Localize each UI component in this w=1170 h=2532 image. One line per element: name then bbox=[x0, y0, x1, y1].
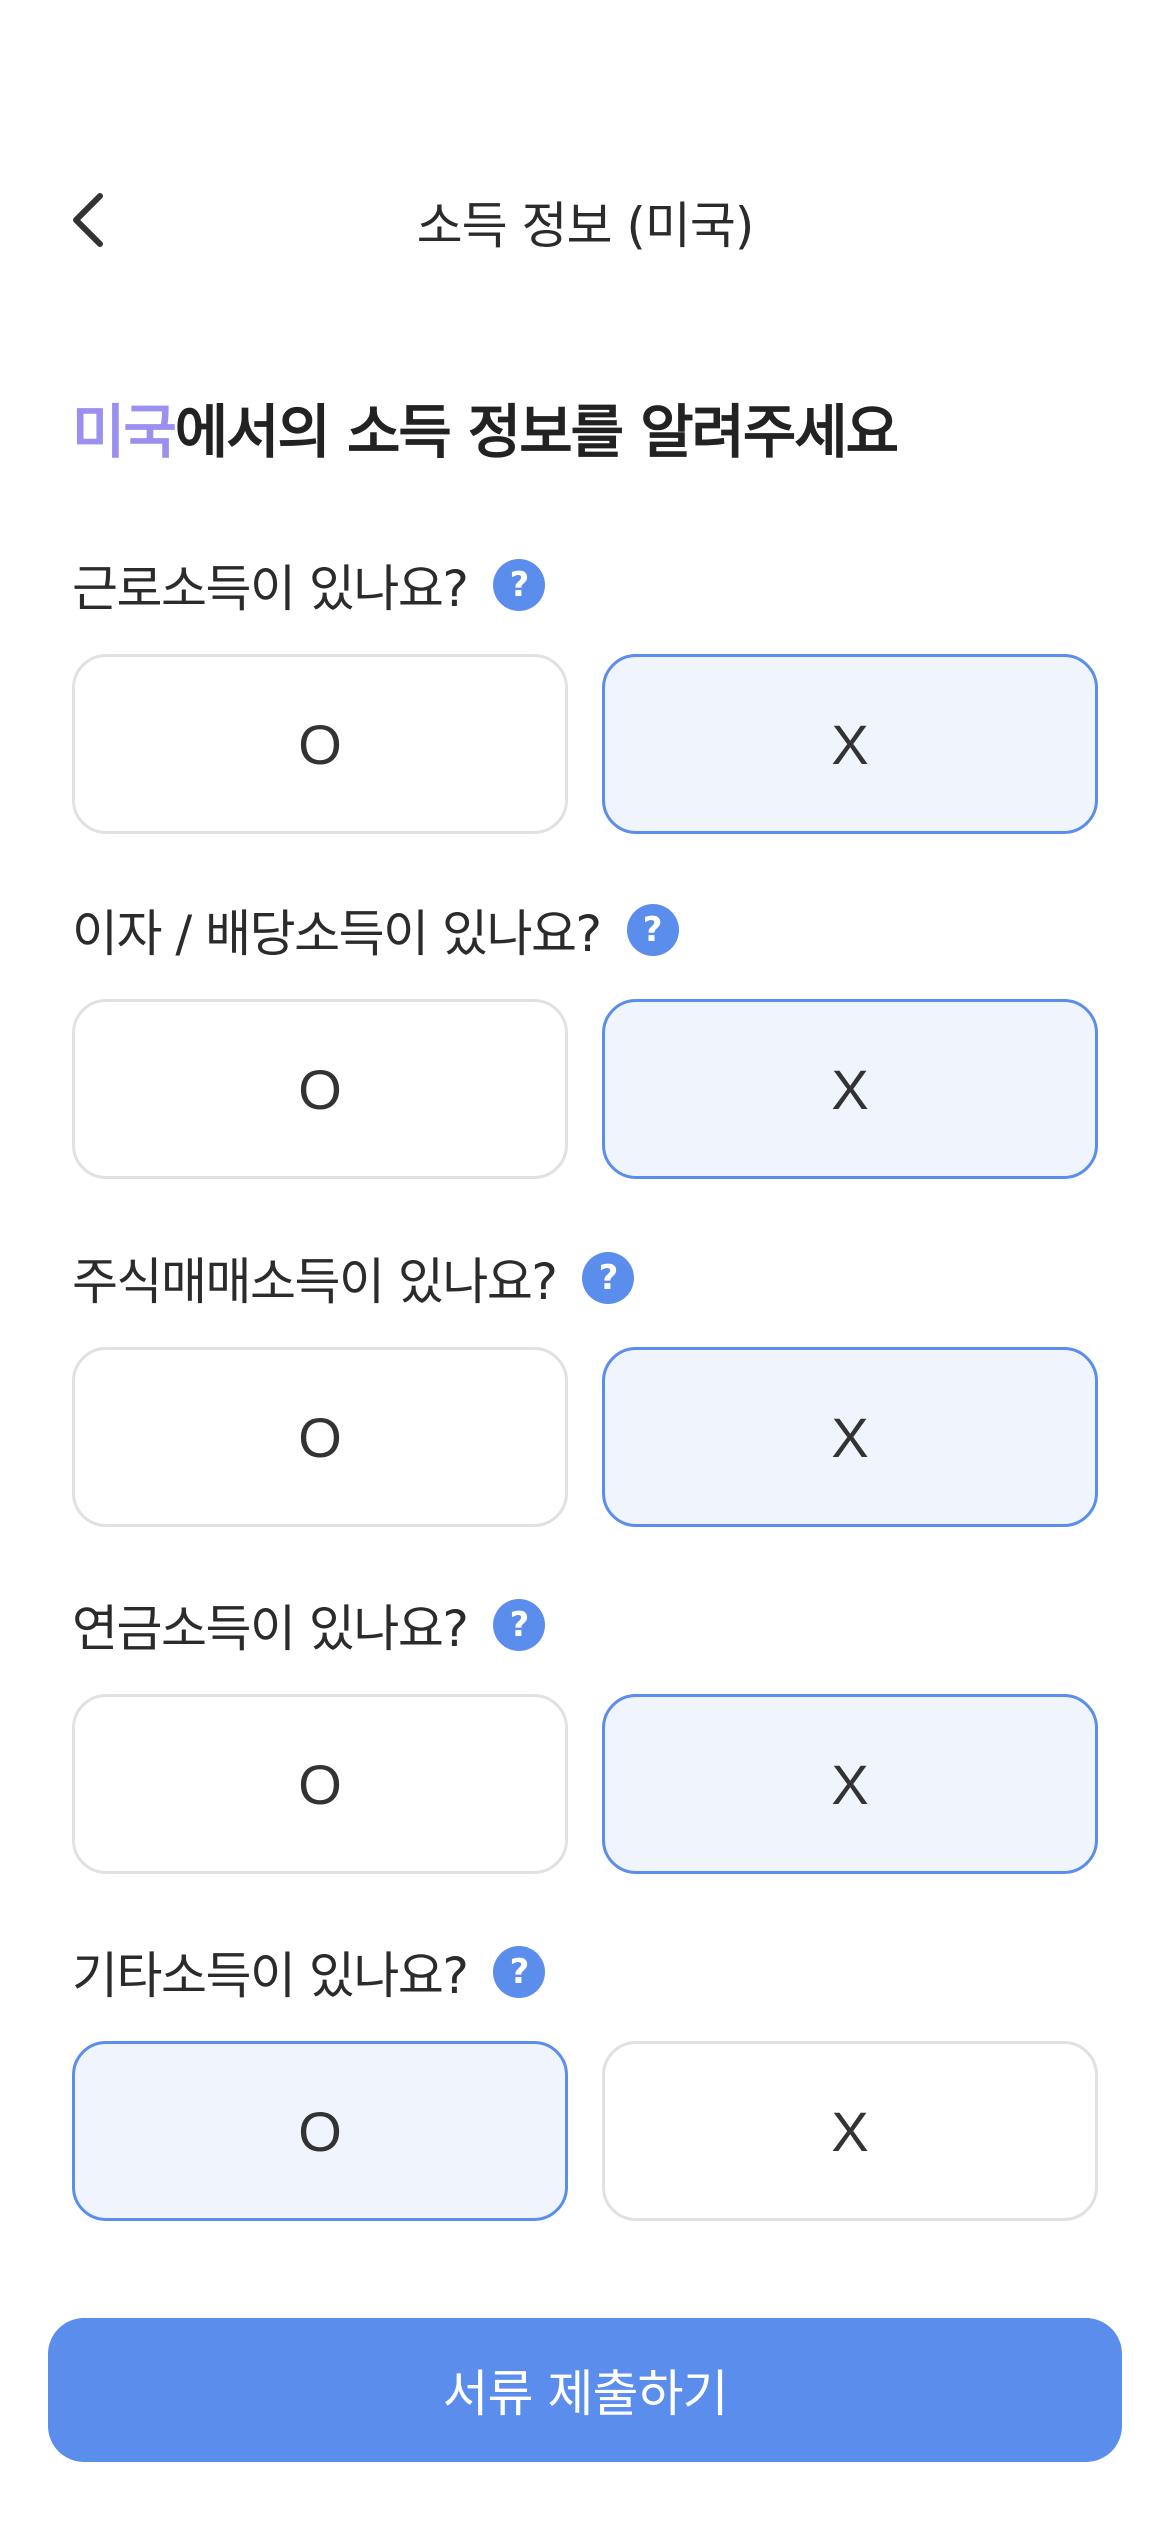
submit-documents-button[interactable]: 서류 제출하기 bbox=[48, 2318, 1122, 2462]
headline-accent: 미국 bbox=[72, 398, 177, 466]
option-yes-button[interactable]: O bbox=[72, 654, 568, 834]
option-yes-button[interactable]: O bbox=[72, 2041, 568, 2221]
option-yes-button[interactable]: O bbox=[72, 999, 568, 1179]
option-no-button[interactable]: X bbox=[602, 1347, 1098, 1527]
option-no-button[interactable]: X bbox=[602, 2041, 1098, 2221]
option-no-button[interactable]: X bbox=[602, 654, 1098, 834]
question-stock-trading-income: 주식매매소득이 있나요? ? O X bbox=[72, 1243, 1098, 1527]
header: 소득 정보 (미국) bbox=[0, 150, 1170, 290]
headline: 미국에서의 소득 정보를 알려주세요 bbox=[72, 385, 899, 469]
option-no-button[interactable]: X bbox=[602, 1694, 1098, 1874]
question-label: 연금소득이 있나요? bbox=[72, 1600, 469, 1658]
question-pension-income: 연금소득이 있나요? ? O X bbox=[72, 1590, 1098, 1874]
question-label: 근로소득이 있나요? bbox=[72, 560, 469, 618]
question-label: 주식매매소득이 있나요? bbox=[72, 1253, 558, 1311]
question-earned-income: 근로소득이 있나요? ? O X bbox=[72, 550, 1098, 834]
headline-text: 에서의 소득 정보를 알려주세요 bbox=[174, 398, 899, 466]
help-icon[interactable]: ? bbox=[493, 1599, 546, 1651]
help-icon[interactable]: ? bbox=[493, 1946, 546, 1998]
question-label: 이자 / 배당소득이 있나요? bbox=[72, 905, 602, 963]
question-other-income: 기타소득이 있나요? ? O X bbox=[72, 1937, 1098, 2221]
question-label: 기타소득이 있나요? bbox=[72, 1947, 469, 2005]
page-title: 소득 정보 (미국) bbox=[416, 197, 755, 255]
help-icon[interactable]: ? bbox=[582, 1252, 635, 1304]
option-no-button[interactable]: X bbox=[602, 999, 1098, 1179]
option-yes-button[interactable]: O bbox=[72, 1347, 568, 1527]
question-interest-dividend-income: 이자 / 배당소득이 있나요? ? O X bbox=[72, 895, 1098, 1179]
help-icon[interactable]: ? bbox=[626, 904, 679, 956]
help-icon[interactable]: ? bbox=[493, 559, 546, 611]
option-yes-button[interactable]: O bbox=[72, 1694, 568, 1874]
